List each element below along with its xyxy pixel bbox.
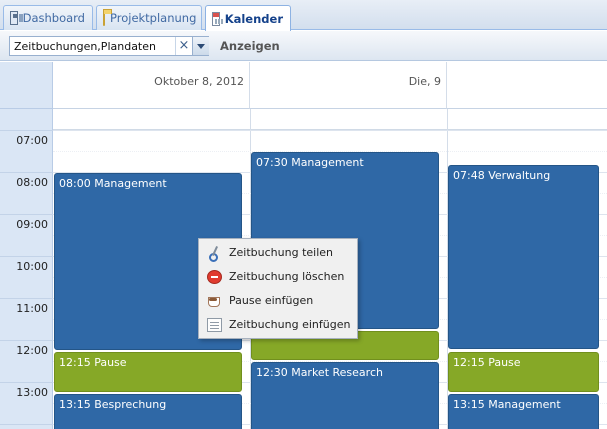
- menu-item-label: Pause einfügen: [229, 294, 314, 307]
- event-title: 07:30 Management: [256, 156, 364, 169]
- day-header[interactable]: Die, 9: [250, 62, 447, 109]
- tab-label: Kalender: [224, 11, 283, 26]
- tab-label: Projektplanung: [110, 11, 197, 25]
- calendar-event[interactable]: 13:15 Besprechung: [54, 393, 242, 429]
- gutter-gridline: [0, 130, 53, 131]
- folder-icon: [103, 9, 112, 26]
- tab-dashboard[interactable]: Dashboard: [3, 5, 93, 30]
- gutter-gridline: [0, 172, 53, 173]
- gutter-gridline: [0, 214, 53, 215]
- event-title: 12:30 Market Research: [256, 366, 383, 379]
- menu-item-insert-break[interactable]: Pause einfügen: [199, 289, 357, 313]
- day-header-label: Die, 9: [408, 75, 441, 88]
- clear-icon[interactable]: ×: [175, 37, 192, 55]
- day-header[interactable]: [447, 62, 607, 109]
- all-day-row[interactable]: [53, 109, 607, 130]
- gutter-gridline: [0, 340, 53, 341]
- day-header[interactable]: Oktober 8, 2012: [53, 62, 250, 109]
- hour-label: 11:00: [16, 302, 48, 315]
- note-icon: [207, 318, 222, 332]
- chevron-down-icon[interactable]: [192, 37, 209, 55]
- calendar-corner: [0, 62, 53, 109]
- calendar-icon: [212, 11, 224, 26]
- dashboard-icon: [10, 11, 23, 25]
- event-title: 13:15 Management: [453, 397, 561, 411]
- hour-label: 08:00: [16, 176, 48, 189]
- hour-gridline: [53, 130, 607, 131]
- tab-strip: Dashboard Projektplanung Kalender: [0, 0, 607, 31]
- event-title: 08:00 Management: [59, 177, 167, 190]
- filter-combobox[interactable]: ×: [9, 36, 209, 56]
- event-title: 12:15 Pause: [59, 355, 127, 369]
- gutter-gridline: [0, 424, 53, 425]
- menu-item-delete-booking[interactable]: Zeitbuchung löschen: [199, 265, 357, 289]
- menu-item-label: Zeitbuchung löschen: [229, 270, 345, 283]
- calendar-event[interactable]: 13:15 Management: [448, 393, 599, 429]
- event-title: 07:48 Verwaltung: [453, 168, 551, 182]
- hour-label: 07:00: [16, 134, 48, 147]
- time-gutter: 07:0008:0009:0010:0011:0012:0013:0014:00: [0, 109, 53, 429]
- calendar-event[interactable]: 12:30 Market Research: [251, 362, 439, 429]
- scissors-icon: [207, 246, 222, 262]
- coffee-cup-icon: [207, 294, 222, 308]
- tab-projektplanung[interactable]: Projektplanung: [96, 5, 202, 30]
- hour-label: 12:00: [16, 344, 48, 357]
- menu-item-insert-booking[interactable]: Zeitbuchung einfügen: [199, 313, 357, 337]
- gutter-gridline: [0, 382, 53, 383]
- hour-label: 09:00: [16, 218, 48, 231]
- gutter-gridline: [0, 256, 53, 257]
- calendar-event[interactable]: 12:15 Pause: [54, 351, 242, 392]
- calendar-event[interactable]: 07:48 Verwaltung: [448, 164, 599, 350]
- event-title: 13:15 Besprechung: [59, 397, 167, 411]
- show-button[interactable]: Anzeigen: [214, 36, 286, 56]
- hour-label: 10:00: [16, 260, 48, 273]
- menu-item-label: Zeitbuchung einfügen: [229, 318, 351, 331]
- toolbar: × Anzeigen: [0, 31, 607, 61]
- delete-icon: [207, 270, 222, 284]
- tab-kalender[interactable]: Kalender: [205, 5, 291, 31]
- filter-input[interactable]: [10, 37, 175, 55]
- hour-label: 13:00: [16, 386, 48, 399]
- tab-label: Dashboard: [22, 11, 85, 25]
- menu-item-split-booking[interactable]: Zeitbuchung teilen: [199, 241, 357, 265]
- menu-item-label: Zeitbuchung teilen: [229, 246, 334, 259]
- gutter-gridline: [0, 298, 53, 299]
- day-header-label: Oktober 8, 2012: [154, 75, 244, 88]
- context-menu: Zeitbuchung teilen Zeitbuchung löschen P…: [198, 238, 358, 339]
- calendar-event[interactable]: 12:15 Pause: [448, 351, 599, 392]
- event-title: 12:15 Pause: [453, 355, 521, 369]
